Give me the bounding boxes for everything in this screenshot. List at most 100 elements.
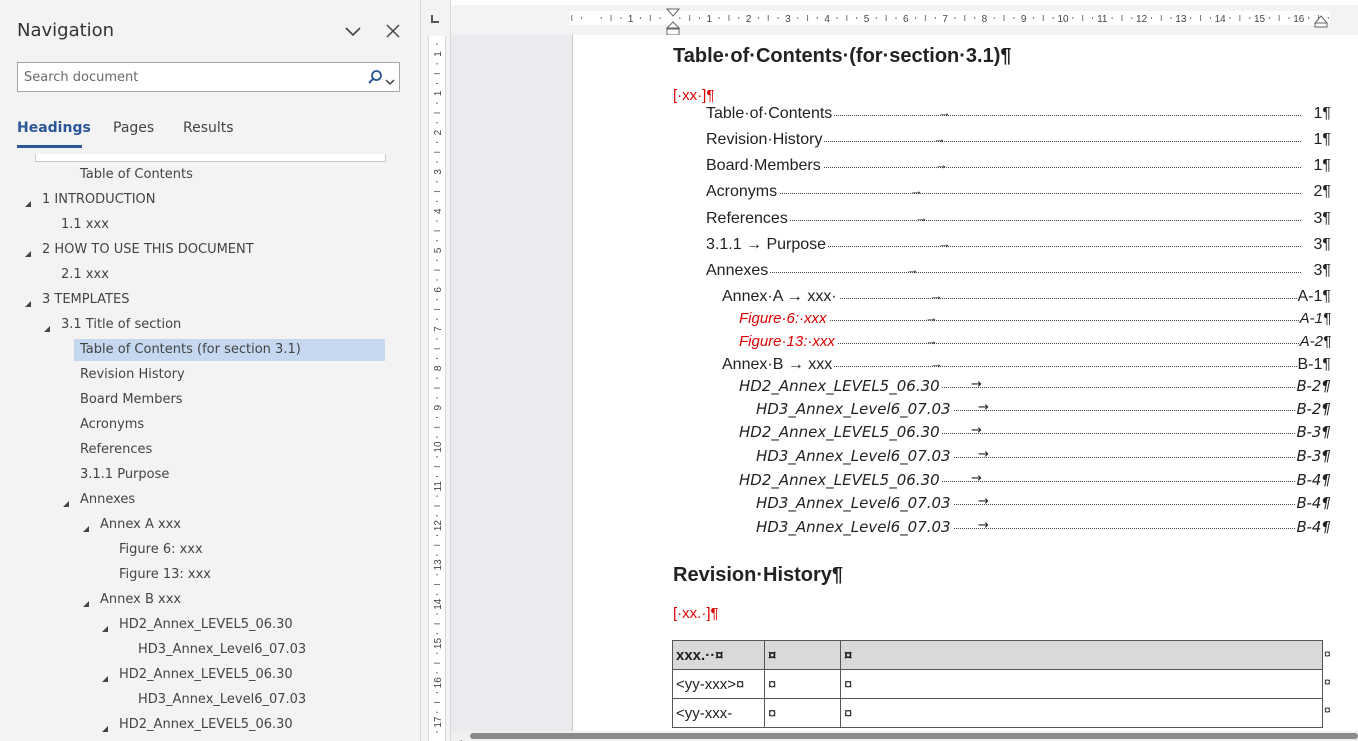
ruler-label: 14	[1215, 14, 1227, 25]
expand-collapse-triangle-icon[interactable]	[24, 295, 32, 313]
toc-entry-page: B-4¶	[1295, 471, 1331, 489]
table-cell[interactable]: ¤	[840, 669, 1323, 699]
table-header-cell[interactable]: ¤	[840, 640, 1323, 670]
scroll-left-icon[interactable]	[455, 733, 463, 741]
expand-collapse-triangle-icon[interactable]	[24, 195, 32, 213]
tab-headings[interactable]: Headings	[17, 120, 91, 136]
toc-entry[interactable]: Acronyms → 2¶	[706, 183, 1331, 203]
ruler-label: 14	[433, 598, 444, 610]
expand-collapse-triangle-icon[interactable]	[62, 495, 70, 513]
tab-selector-icon[interactable]	[428, 12, 442, 26]
heading-tree-item[interactable]: Board Members	[80, 389, 183, 411]
toc-entry[interactable]: 3.1.1 → Purpose → 3¶	[706, 236, 1331, 256]
toc-entry[interactable]: HD2_Annex_LEVEL5_06.30 → B-3¶	[739, 423, 1331, 443]
heading-tree-item[interactable]: HD3_Annex_Level6_07.03	[138, 639, 306, 661]
search-options-chevron-icon[interactable]	[385, 73, 395, 85]
ruler-label: 11	[433, 481, 444, 492]
heading-tree-item[interactable]: Annex B xxx	[100, 589, 181, 611]
revision-table: xxx.··¤ ¤ ¤ <yy-xxx>¤ ¤ ¤ <yy-xxx- ¤ ¤	[672, 640, 1323, 728]
expand-collapse-triangle-icon[interactable]	[24, 245, 32, 263]
table-row: <yy-xxx>¤ ¤ ¤	[672, 669, 1323, 699]
right-indent-marker[interactable]	[1313, 14, 1329, 33]
toc-entry[interactable]: HD2_Annex_LEVEL5_06.30 → B-2¶	[739, 377, 1331, 397]
table-cell[interactable]: ¤	[764, 698, 841, 728]
toc-entry[interactable]: Annexes → 3¶	[706, 262, 1331, 282]
tree-top-border	[35, 154, 386, 162]
close-icon[interactable]	[384, 22, 402, 40]
expand-collapse-triangle-icon[interactable]	[43, 320, 51, 338]
toc-entry[interactable]: Annex·A → xxx· → A-1¶	[722, 288, 1331, 308]
heading-tree-item[interactable]: Figure 13: xxx	[119, 564, 211, 586]
heading-tree-item[interactable]: HD2_Annex_LEVEL5_06.30	[119, 714, 293, 736]
tab-arrow-mark: →	[925, 333, 938, 348]
toc-leader-dots	[762, 298, 1301, 299]
heading-tree-item[interactable]: 1.1 xxx	[61, 214, 109, 236]
heading-tree-item[interactable]: Acronyms	[80, 414, 144, 436]
ruler-label: 3	[433, 169, 444, 175]
search-icon[interactable]	[367, 69, 383, 85]
heading-tree-item[interactable]: 3.1 Title of section	[61, 314, 181, 336]
navigation-pane: Navigation Headings Pages Results Table …	[0, 0, 421, 741]
heading-tree-item[interactable]: Revision History	[80, 364, 185, 386]
expand-collapse-triangle-icon[interactable]	[101, 720, 109, 738]
heading-tree-item[interactable]: Annex A xxx	[100, 514, 181, 536]
heading-tree-item[interactable]: Annexes	[80, 489, 135, 511]
heading-tree-item[interactable]: Table of Contents	[80, 164, 193, 186]
heading-tree-item[interactable]: 2 HOW TO USE THIS DOCUMENT	[42, 239, 254, 261]
toc-entry[interactable]: Annex·B → xxx → B-1¶	[722, 356, 1331, 376]
table-header-cell[interactable]: xxx.··¤	[672, 640, 765, 670]
heading-tree-item[interactable]: Table of Contents (for section 3.1)	[80, 339, 301, 361]
toc-entry[interactable]: Figure·13:·xxx → A-2¶	[739, 333, 1331, 353]
heading-tree-item[interactable]: 2.1 xxx	[61, 264, 109, 286]
placeholder-text: [·xx·]¶	[673, 87, 715, 104]
tab-arrow-mark: →	[910, 183, 923, 198]
heading-tree-item[interactable]: HD2_Annex_LEVEL5_06.30	[119, 614, 293, 636]
heading-tree-item[interactable]: HD2_Annex_LEVEL5_06.30	[119, 664, 293, 686]
search-input[interactable]	[24, 68, 354, 86]
toc-entry[interactable]: HD3_Annex_Level6_07.03 → B-3¶	[756, 447, 1331, 467]
toc-entry[interactable]: HD3_Annex_Level6_07.03 → B-4¶	[756, 518, 1331, 538]
ruler-label: 16	[433, 677, 444, 689]
expand-collapse-triangle-icon[interactable]	[82, 520, 90, 538]
toc-entry-page: 3¶	[1312, 262, 1331, 280]
toc-entry[interactable]: HD3_Annex_Level6_07.03 → B-4¶	[756, 494, 1331, 514]
ruler-label: 10	[433, 441, 444, 453]
toc-entry[interactable]: References → 3¶	[706, 210, 1331, 230]
tab-results[interactable]: Results	[183, 120, 234, 136]
document-page[interactable]: Table·of·Contents·(for·section·3.1)¶ [·x…	[572, 35, 1358, 731]
table-cell[interactable]: <yy-xxx>¤	[672, 669, 765, 699]
toc-entry[interactable]: Table·of·Contents → 1¶	[706, 105, 1331, 125]
ruler-label: 17	[433, 716, 444, 728]
heading-tree-item[interactable]: Figure 6: xxx	[119, 539, 203, 561]
heading-tree-item[interactable]: HD3_Annex_Level6_07.03	[138, 689, 306, 711]
toc-entry-label: HD3_Annex_Level6_07.03	[756, 518, 953, 536]
heading-tree-item[interactable]: References	[80, 439, 152, 461]
table-header-cell[interactable]: ¤	[764, 640, 841, 670]
table-cell[interactable]: ¤	[840, 698, 1323, 728]
horizontal-ruler[interactable]: 1 1 2 3 4 5 6 7 8 9 10 11 12 13 14 15 16	[570, 11, 1330, 25]
table-cell[interactable]: <yy-xxx-	[672, 698, 765, 728]
heading-tree-item[interactable]: 3.1.1 Purpose	[80, 464, 169, 486]
headings-tree: Table of Contents 1 INTRODUCTION 1.1 xxx 2 …	[0, 154, 421, 741]
heading-tree-item[interactable]: 3 TEMPLATES	[42, 289, 129, 311]
toc-entry-label: References	[706, 210, 790, 228]
horizontal-scrollbar-thumb[interactable]	[470, 733, 1358, 739]
toc-entry[interactable]: Revision·History → 1¶	[706, 131, 1331, 151]
chevron-down-icon[interactable]	[343, 23, 363, 41]
search-box[interactable]	[17, 62, 400, 92]
heading-tree-item[interactable]: 1 INTRODUCTION	[42, 189, 156, 211]
expand-collapse-triangle-icon[interactable]	[101, 620, 109, 638]
toc-entry[interactable]: HD2_Annex_LEVEL5_06.30 → B-4¶	[739, 471, 1331, 491]
tab-pages[interactable]: Pages	[113, 120, 154, 136]
expand-collapse-triangle-icon[interactable]	[82, 595, 90, 613]
ruler-label: 8	[982, 14, 988, 25]
toc-entry-page: 3¶	[1312, 210, 1331, 228]
toc-entry[interactable]: Figure·6:·xxx → A-1¶	[739, 310, 1331, 330]
table-cell[interactable]: ¤	[764, 669, 841, 699]
toc-entry[interactable]: HD3_Annex_Level6_07.03 → B-2¶	[756, 400, 1331, 420]
tab-arrow-mark: →	[978, 400, 989, 415]
vertical-ruler[interactable]: 1123456789101112131415161718	[428, 36, 446, 741]
toc-entry[interactable]: Board·Members → 1¶	[706, 157, 1331, 177]
expand-collapse-triangle-icon[interactable]	[101, 670, 109, 688]
toc-entry-page: 1¶	[1312, 131, 1331, 149]
